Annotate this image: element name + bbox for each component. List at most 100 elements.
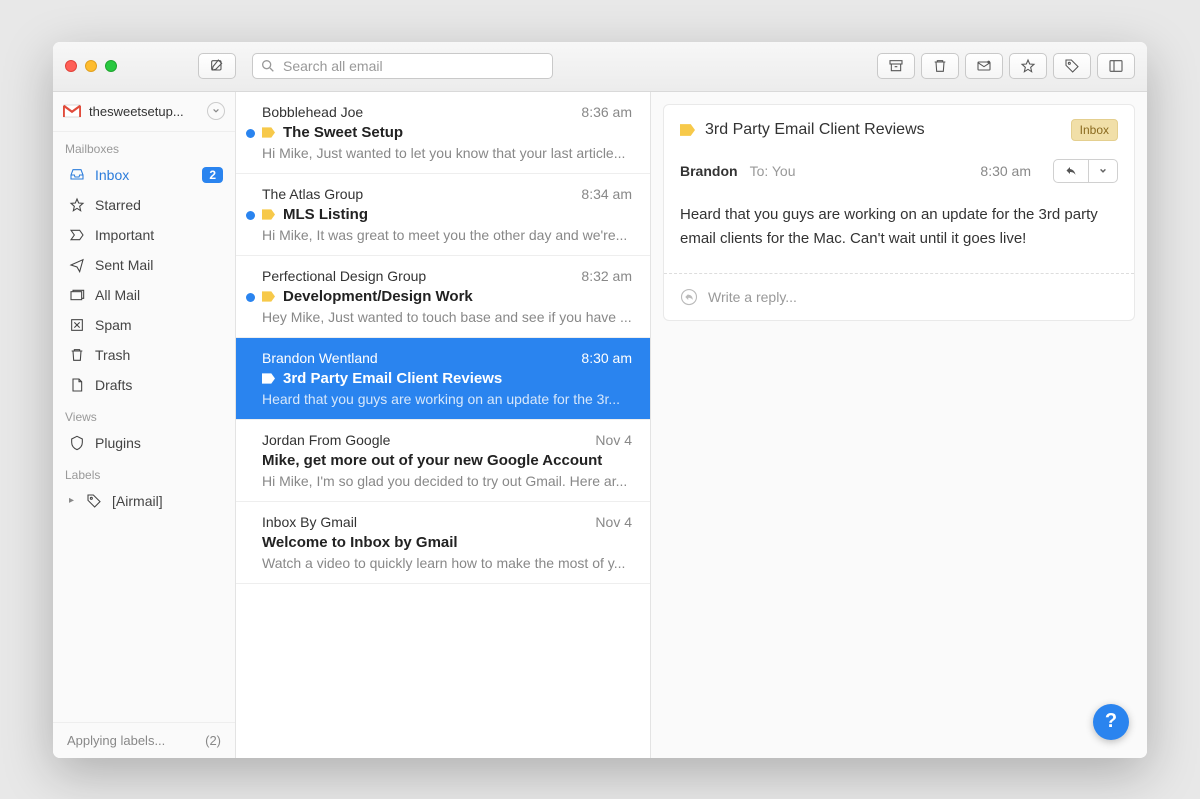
sidebar-item-label: [Airmail] bbox=[112, 493, 223, 509]
tag-icon bbox=[86, 493, 102, 509]
message-from: Jordan From Google bbox=[262, 432, 390, 448]
layout-button[interactable] bbox=[1097, 53, 1135, 79]
reply-placeholder: Write a reply... bbox=[708, 289, 797, 305]
sidebar-item-trash[interactable]: Trash bbox=[53, 340, 235, 370]
titlebar bbox=[53, 42, 1147, 92]
sidebar-footer: Applying labels... (2) bbox=[53, 722, 235, 758]
sidebar-item-label: Sent Mail bbox=[95, 257, 223, 273]
message-subject: Mike, get more out of your new Google Ac… bbox=[262, 452, 602, 469]
sidebar-item-plugins[interactable]: Plugins bbox=[53, 428, 235, 458]
labels-section-title: Labels bbox=[53, 458, 235, 486]
drafts-icon bbox=[69, 377, 85, 393]
sidebar-item-drafts[interactable]: Drafts bbox=[53, 370, 235, 400]
message-item[interactable]: Jordan From Google Nov 4 Mike, get more o… bbox=[236, 420, 650, 502]
mailboxes-section-title: Mailboxes bbox=[53, 132, 235, 160]
inbox-icon bbox=[69, 167, 85, 183]
reply-menu-button[interactable] bbox=[1089, 160, 1117, 182]
sidebar-item-label: Trash bbox=[95, 347, 223, 363]
zoom-window[interactable] bbox=[105, 60, 117, 72]
message-subject: Welcome to Inbox by Gmail bbox=[262, 534, 458, 551]
important-icon bbox=[69, 227, 85, 243]
sidebar-item-label: Important bbox=[95, 227, 223, 243]
search-icon bbox=[260, 58, 276, 74]
message-preview: Hi Mike, I'm so glad you decided to try … bbox=[262, 473, 632, 489]
delete-button[interactable] bbox=[921, 53, 959, 79]
minimize-window[interactable] bbox=[85, 60, 97, 72]
reply-icon bbox=[1064, 165, 1078, 177]
reply-icon bbox=[680, 288, 698, 306]
archive-button[interactable] bbox=[877, 53, 915, 79]
message-item[interactable]: Perfectional Design Group8:32 am Develop… bbox=[236, 256, 650, 338]
detail-body: Heard that you guys are working on an up… bbox=[664, 197, 1134, 273]
message-preview: Hey Mike, Just wanted to touch base and … bbox=[262, 309, 632, 325]
sidebar: thesweetsetup... Mailboxes Inbox 2 Starr… bbox=[53, 92, 236, 758]
message-list: Bobblehead Joe8:36 am The Sweet Setup Hi… bbox=[236, 92, 651, 758]
message-item[interactable]: The Atlas Group8:34 am MLS Listing Hi Mi… bbox=[236, 174, 650, 256]
layout-icon bbox=[1108, 58, 1124, 74]
detail-pane: 3rd Party Email Client Reviews Inbox Bra… bbox=[651, 92, 1147, 758]
chevron-down-icon bbox=[212, 107, 220, 115]
sidebar-item-label: Drafts bbox=[95, 377, 223, 393]
sidebar-item-label: All Mail bbox=[95, 287, 223, 303]
star-icon bbox=[69, 197, 85, 213]
sidebar-item-starred[interactable]: Starred bbox=[53, 190, 235, 220]
label-icon bbox=[262, 209, 275, 220]
label-icon bbox=[262, 291, 275, 302]
star-button[interactable] bbox=[1009, 53, 1047, 79]
unread-dot-icon bbox=[246, 129, 255, 138]
archive-icon bbox=[888, 58, 904, 74]
message-item[interactable]: Bobblehead Joe8:36 am The Sweet Setup Hi… bbox=[236, 92, 650, 174]
reply-button[interactable] bbox=[1054, 160, 1089, 182]
trash-icon bbox=[69, 347, 85, 363]
help-button[interactable]: ? bbox=[1093, 704, 1129, 740]
message-from: Perfectional Design Group bbox=[262, 268, 426, 284]
sidebar-item-important[interactable]: Important bbox=[53, 220, 235, 250]
label-icon bbox=[262, 373, 275, 384]
reply-input[interactable]: Write a reply... bbox=[664, 273, 1134, 320]
sidebar-item-airmail-label[interactable]: ▸ [Airmail] bbox=[53, 486, 235, 516]
message-item[interactable]: Inbox By Gmail Nov 4 Welcome to Inbox by … bbox=[236, 502, 650, 584]
sidebar-item-sent[interactable]: Sent Mail bbox=[53, 250, 235, 280]
message-item-selected[interactable]: Brandon Wentland 8:30 am 3rd Party Email … bbox=[236, 338, 650, 420]
allmail-icon bbox=[69, 287, 85, 303]
mark-read-icon bbox=[976, 58, 992, 74]
detail-meta: Brandon To: You 8:30 am bbox=[664, 151, 1134, 197]
status-count: (2) bbox=[205, 733, 221, 748]
message-preview: Hi Mike, Just wanted to let you know tha… bbox=[262, 145, 632, 161]
chevron-down-icon bbox=[1099, 167, 1107, 175]
sidebar-item-label: Starred bbox=[95, 197, 223, 213]
tag-button[interactable] bbox=[1053, 53, 1091, 79]
app-window: thesweetsetup... Mailboxes Inbox 2 Starr… bbox=[53, 42, 1147, 758]
views-section-title: Views bbox=[53, 400, 235, 428]
message-from: The Atlas Group bbox=[262, 186, 363, 202]
sidebar-item-spam[interactable]: Spam bbox=[53, 310, 235, 340]
compose-button[interactable] bbox=[198, 53, 236, 79]
message-from: Brandon Wentland bbox=[262, 350, 378, 366]
message-time: 8:32 am bbox=[581, 268, 632, 284]
close-window[interactable] bbox=[65, 60, 77, 72]
mark-read-button[interactable] bbox=[965, 53, 1003, 79]
message-from: Bobblehead Joe bbox=[262, 104, 363, 120]
search-input[interactable] bbox=[252, 53, 553, 79]
account-name: thesweetsetup... bbox=[89, 104, 199, 119]
message-time: Nov 4 bbox=[595, 432, 632, 448]
disclosure-triangle-icon[interactable]: ▸ bbox=[69, 495, 74, 506]
main-content: thesweetsetup... Mailboxes Inbox 2 Starr… bbox=[53, 92, 1147, 758]
message-subject: MLS Listing bbox=[283, 206, 368, 223]
account-row[interactable]: thesweetsetup... bbox=[53, 92, 235, 132]
message-time: 8:30 am bbox=[581, 350, 632, 366]
tag-icon bbox=[1064, 58, 1080, 74]
sidebar-item-inbox[interactable]: Inbox 2 bbox=[53, 160, 235, 190]
sidebar-item-allmail[interactable]: All Mail bbox=[53, 280, 235, 310]
label-icon bbox=[680, 124, 695, 136]
compose-icon bbox=[209, 58, 225, 74]
account-expand-button[interactable] bbox=[207, 102, 225, 120]
gmail-icon bbox=[63, 104, 81, 118]
message-subject: The Sweet Setup bbox=[283, 124, 403, 141]
message-from: Inbox By Gmail bbox=[262, 514, 357, 530]
message-subject: 3rd Party Email Client Reviews bbox=[283, 370, 502, 387]
message-time: Nov 4 bbox=[595, 514, 632, 530]
sidebar-item-label: Inbox bbox=[95, 167, 192, 183]
inbox-tag[interactable]: Inbox bbox=[1071, 119, 1118, 141]
detail-header: 3rd Party Email Client Reviews Inbox bbox=[664, 105, 1134, 151]
